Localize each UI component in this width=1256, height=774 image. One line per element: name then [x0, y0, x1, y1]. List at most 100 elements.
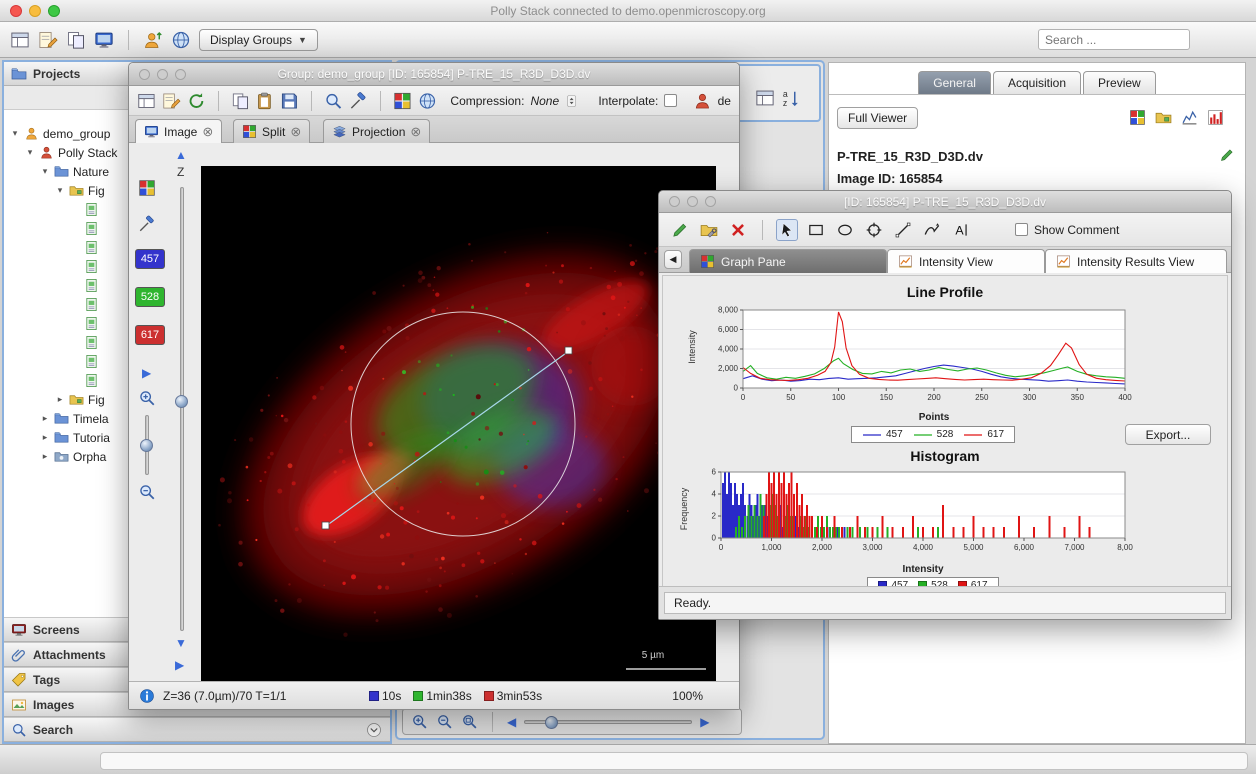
legend-entry: 457 — [862, 429, 903, 440]
z-down-icon[interactable]: ▼ — [175, 637, 187, 649]
play-channels-icon[interactable]: ▶ — [142, 367, 151, 379]
measure-tool-icon[interactable] — [349, 91, 368, 111]
table-icon[interactable] — [755, 88, 775, 108]
maximize-button[interactable] — [705, 196, 716, 207]
full-viewer-button[interactable]: Full Viewer — [837, 107, 918, 129]
roi-manager-icon[interactable] — [698, 219, 720, 241]
zoom-out-icon[interactable] — [138, 483, 156, 501]
minimize-button[interactable] — [687, 196, 698, 207]
editor-icon[interactable] — [38, 30, 58, 50]
delete-roi-icon[interactable] — [727, 219, 749, 241]
close-button[interactable] — [669, 196, 680, 207]
step-forward-icon[interactable]: ▶ — [700, 716, 709, 728]
interpolate-checkbox[interactable] — [664, 94, 676, 107]
export-button[interactable]: Export... — [1125, 424, 1211, 445]
expand-arrow-icon[interactable]: ▸ — [40, 451, 50, 462]
lut-icon[interactable] — [418, 91, 437, 111]
tab-intensity-results[interactable]: Intensity Results View — [1045, 249, 1227, 273]
z-play-icon[interactable]: ▶ — [175, 659, 184, 671]
back-arrow-icon[interactable]: ◀ — [664, 250, 682, 269]
line-plot-icon[interactable] — [1181, 109, 1198, 126]
line-tool-icon[interactable] — [892, 219, 914, 241]
tab-general[interactable]: General — [918, 71, 991, 94]
window-controls[interactable] — [10, 5, 60, 17]
step-back-icon[interactable]: ◀ — [507, 716, 516, 728]
user-icon — [693, 91, 712, 111]
expand-arrow-icon[interactable]: ▸ — [55, 394, 65, 405]
sort-az-icon[interactable]: az — [781, 88, 801, 108]
tab-projection[interactable]: Projection ⊗ — [323, 119, 430, 143]
edit-pencil-icon[interactable] — [1219, 147, 1235, 163]
ellipse-tool-icon[interactable] — [834, 219, 856, 241]
channel-button[interactable]: 457 — [135, 249, 165, 269]
red-chart-icon[interactable] — [1207, 109, 1224, 126]
annotate-icon[interactable] — [162, 91, 181, 111]
server-icon[interactable] — [171, 30, 191, 50]
collapse-arrow-icon[interactable]: ▾ — [10, 128, 20, 139]
folders-icon[interactable] — [1155, 109, 1172, 126]
activity-icon[interactable] — [66, 30, 86, 50]
close-tab-icon[interactable]: ⊗ — [410, 125, 421, 138]
z-up-icon[interactable]: ▲ — [175, 149, 187, 161]
close-tab-icon[interactable]: ⊗ — [202, 125, 213, 138]
expand-arrow-icon[interactable]: ▸ — [40, 413, 50, 424]
collapse-arrow-icon[interactable]: ▾ — [25, 147, 35, 158]
minimize-button[interactable] — [29, 5, 41, 17]
close-tab-icon[interactable]: ⊗ — [290, 125, 301, 138]
close-button[interactable] — [10, 5, 22, 17]
polyline-tool-icon[interactable] — [921, 219, 943, 241]
search-input[interactable] — [1038, 29, 1190, 50]
minimize-button[interactable] — [157, 69, 168, 80]
stepper-icon[interactable] — [565, 92, 578, 110]
maximize-button[interactable] — [175, 69, 186, 80]
tab-split[interactable]: Split ⊗ — [233, 119, 310, 143]
zoom-in-icon[interactable] — [138, 389, 156, 407]
info-icon[interactable] — [139, 688, 155, 704]
zoom-slider-handle[interactable] — [140, 439, 153, 452]
magnifier-icon[interactable] — [324, 91, 343, 111]
save-icon[interactable] — [280, 91, 299, 111]
zoom-fit-icon[interactable] — [461, 713, 478, 730]
tab-preview[interactable]: Preview — [1083, 71, 1156, 94]
rectangle-tool-icon[interactable] — [805, 219, 827, 241]
timeline-slider[interactable] — [524, 720, 692, 724]
channel-button[interactable]: 617 — [135, 325, 165, 345]
tab-intensity-view[interactable]: Intensity View — [887, 249, 1045, 273]
paste-icon[interactable] — [255, 91, 274, 111]
select-tool-icon[interactable] — [776, 219, 798, 241]
collapse-arrow-icon[interactable]: ▾ — [55, 185, 65, 196]
z-slider-handle[interactable] — [175, 395, 188, 408]
user-icon[interactable] — [143, 30, 163, 50]
channels-icon[interactable] — [1129, 109, 1146, 126]
show-comment-checkbox[interactable] — [1015, 223, 1028, 236]
zoom-in-icon[interactable] — [411, 713, 428, 730]
slider-handle[interactable] — [545, 716, 558, 729]
text-tool-icon[interactable]: A — [950, 219, 972, 241]
roi-handle[interactable] — [565, 347, 572, 354]
maximize-button[interactable] — [48, 5, 60, 17]
tab-acquisition[interactable]: Acquisition — [993, 71, 1081, 94]
point-tool-icon[interactable] — [863, 219, 885, 241]
expand-arrow-icon[interactable]: ▸ — [40, 432, 50, 443]
tab-image[interactable]: Image ⊗ — [135, 119, 222, 143]
image-canvas[interactable]: 5 µm — [201, 166, 716, 681]
viewer-icon[interactable] — [94, 30, 114, 50]
close-button[interactable] — [139, 69, 150, 80]
metadata-icon[interactable] — [137, 91, 156, 111]
zoom-out-icon[interactable] — [436, 713, 453, 730]
sidebar-panel-search[interactable]: Search — [4, 717, 390, 742]
pin-icon[interactable] — [138, 215, 156, 233]
color-swatch-icon[interactable] — [138, 179, 156, 197]
copy-icon[interactable] — [231, 91, 250, 111]
roi-handle[interactable] — [322, 522, 329, 529]
display-groups-button[interactable]: Display Groups ▼ — [199, 29, 318, 51]
channel-button[interactable]: 528 — [135, 287, 165, 307]
tab-graph-pane[interactable]: Graph Pane — [689, 249, 887, 273]
collapse-panel-icon[interactable] — [366, 722, 382, 738]
collapse-arrow-icon[interactable]: ▾ — [40, 166, 50, 177]
z-slider[interactable] — [180, 187, 184, 631]
refresh-icon[interactable] — [187, 91, 206, 111]
save-results-icon[interactable] — [669, 219, 691, 241]
browser-icon[interactable] — [10, 30, 30, 50]
channel-color-icon[interactable] — [393, 91, 412, 111]
